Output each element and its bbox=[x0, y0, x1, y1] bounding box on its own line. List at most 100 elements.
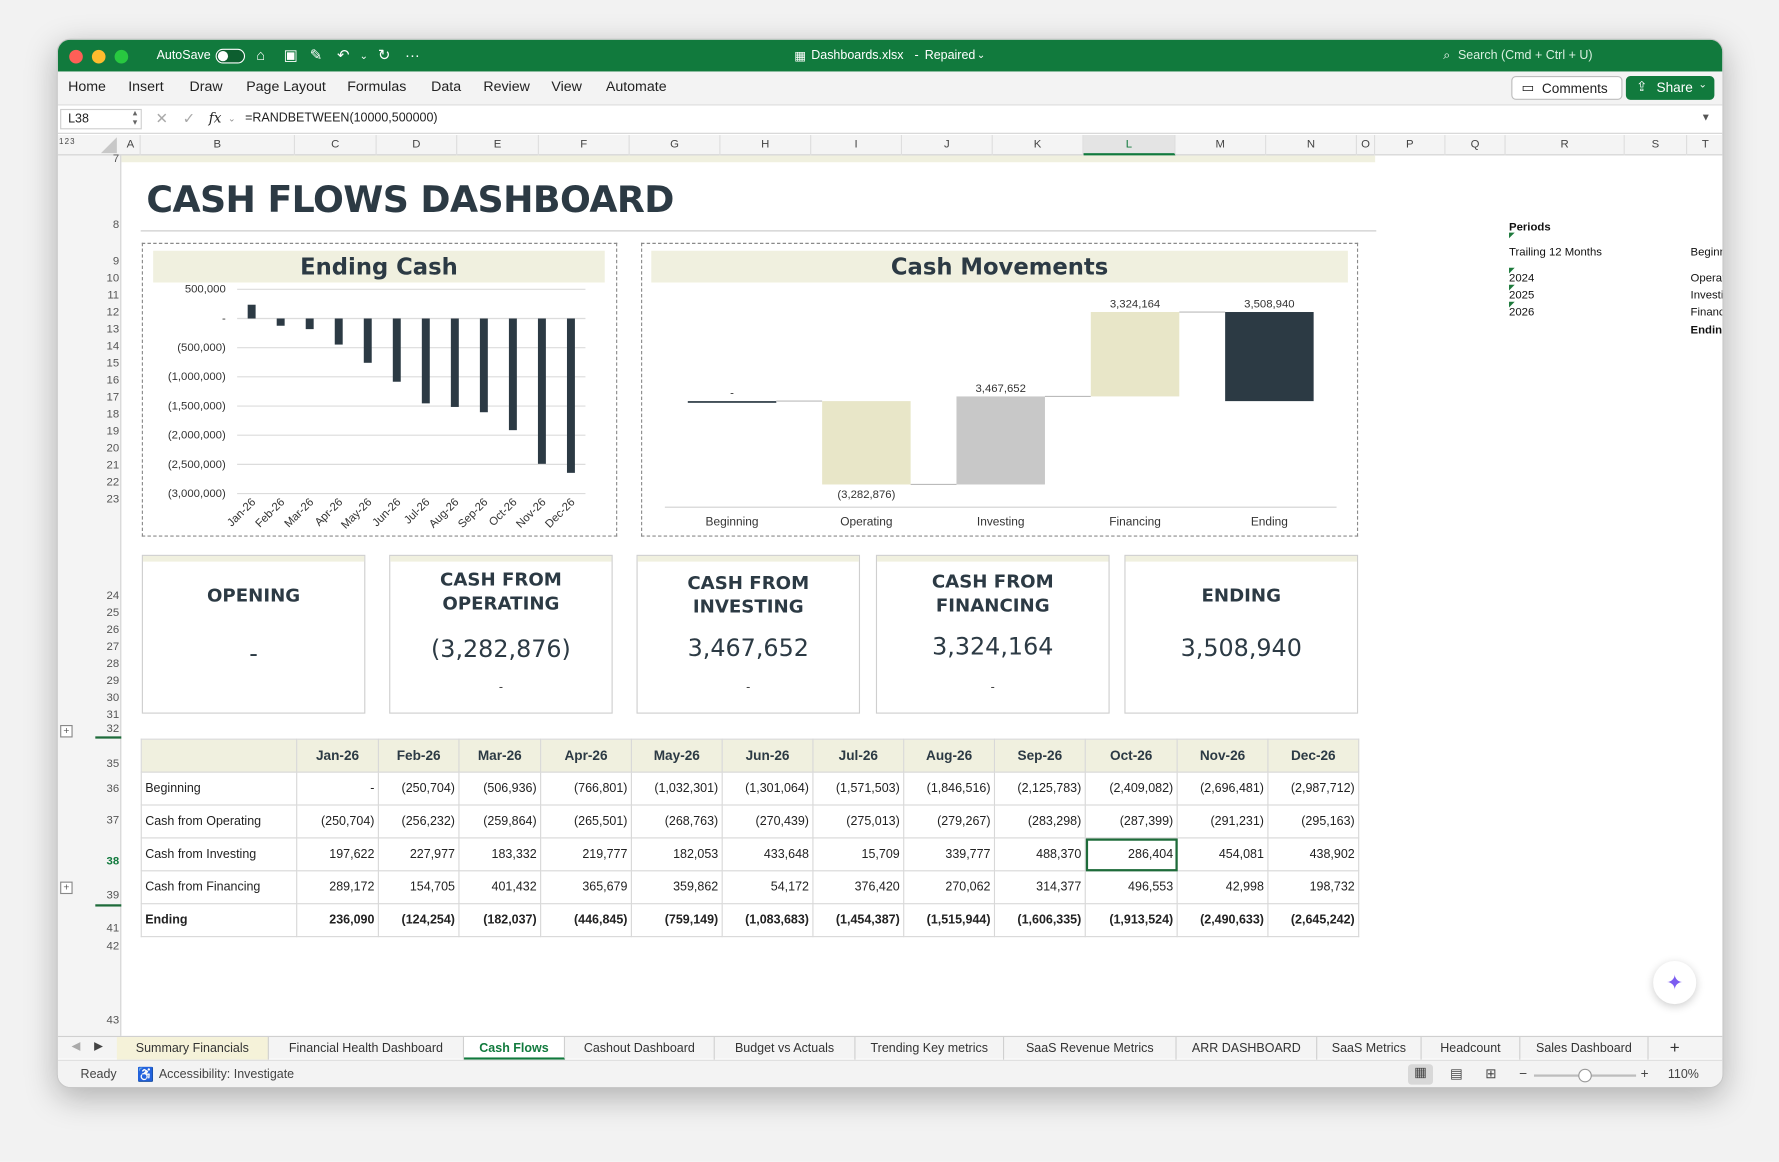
table-cell[interactable]: (2,125,783) bbox=[993, 771, 1086, 806]
column-header-cell[interactable]: Dec-26 bbox=[1267, 738, 1360, 773]
table-cell[interactable]: 198,732 bbox=[1267, 870, 1360, 905]
row-header[interactable]: 35 bbox=[96, 758, 120, 770]
row-header[interactable]: 37 bbox=[96, 815, 120, 827]
row-header[interactable]: 22 bbox=[96, 477, 120, 489]
page-break-view-icon[interactable]: ⊞ bbox=[1485, 1065, 1496, 1081]
sheet-tab[interactable]: Financial Health Dashboard bbox=[269, 1037, 465, 1060]
table-cell[interactable]: (2,987,712) bbox=[1267, 771, 1360, 806]
table-cell[interactable]: (268,763) bbox=[630, 804, 723, 839]
table-cell[interactable]: (265,501) bbox=[540, 804, 632, 839]
period-year[interactable]: 2026 bbox=[1509, 306, 1534, 318]
menu-data[interactable]: Data bbox=[431, 78, 461, 94]
table-cell[interactable]: (1,846,516) bbox=[903, 771, 996, 806]
column-header[interactable]: D bbox=[377, 135, 458, 156]
namebox-stepper-icon[interactable]: ▴ ▾ bbox=[133, 108, 138, 127]
menu-draw[interactable]: Draw bbox=[189, 78, 222, 94]
column-header-cell[interactable]: Apr-26 bbox=[540, 738, 632, 773]
select-all-corner[interactable] bbox=[100, 137, 117, 154]
table-cell[interactable]: (1,301,064) bbox=[721, 771, 814, 806]
share-button[interactable]: ⇪ Share ⌄ bbox=[1625, 76, 1715, 100]
table-cell[interactable]: 376,420 bbox=[812, 870, 905, 905]
table-cell[interactable]: (1,454,387) bbox=[812, 903, 905, 938]
row-header-selected[interactable]: 38 bbox=[96, 855, 120, 867]
sheet-tab[interactable]: Summary Financials bbox=[116, 1037, 269, 1060]
column-header[interactable]: E bbox=[457, 135, 539, 156]
table-cell[interactable]: (2,645,242) bbox=[1267, 903, 1360, 938]
expand-group-button[interactable]: + bbox=[60, 725, 73, 738]
redo-icon[interactable]: ↻ bbox=[378, 47, 390, 65]
table-cell[interactable]: (1,515,944) bbox=[903, 903, 996, 938]
row-header[interactable]: 7 bbox=[96, 153, 119, 165]
periods-trailing[interactable]: Trailing 12 Months bbox=[1509, 246, 1602, 258]
row-header[interactable]: 16 bbox=[96, 374, 120, 386]
row-header[interactable]: 12 bbox=[96, 306, 120, 318]
sheet-tab[interactable]: ARR DASHBOARD bbox=[1177, 1037, 1318, 1060]
column-header[interactable]: G bbox=[630, 135, 721, 156]
table-cell[interactable]: (1,083,683) bbox=[721, 903, 814, 938]
zoom-window-button[interactable] bbox=[114, 49, 129, 64]
table-cell[interactable]: 154,705 bbox=[377, 870, 460, 905]
table-cell[interactable]: (766,801) bbox=[540, 771, 632, 806]
row-header[interactable]: 11 bbox=[96, 289, 119, 301]
column-header-selected[interactable]: L bbox=[1083, 135, 1176, 156]
column-header-cell[interactable]: Mar-26 bbox=[458, 738, 542, 773]
column-header-cell[interactable]: Jun-26 bbox=[721, 738, 814, 773]
table-cell[interactable]: 197,622 bbox=[296, 837, 379, 872]
table-cell[interactable]: (283,298) bbox=[993, 804, 1086, 839]
row-header[interactable]: 43 bbox=[96, 1014, 120, 1026]
column-header-cell[interactable]: Jan-26 bbox=[296, 738, 379, 773]
column-header-cell[interactable]: Oct-26 bbox=[1084, 738, 1178, 773]
column-header-cell[interactable]: Sep-26 bbox=[993, 738, 1086, 773]
row-header[interactable]: 26 bbox=[96, 624, 120, 636]
table-cell[interactable]: 236,090 bbox=[296, 903, 379, 938]
table-cell[interactable]: (287,399) bbox=[1084, 804, 1178, 839]
table-cell[interactable]: 496,553 bbox=[1084, 870, 1178, 905]
menu-insert[interactable]: Insert bbox=[128, 78, 163, 94]
row-label-cell[interactable]: Beginning bbox=[140, 771, 298, 806]
sheet-tab[interactable]: Trending Key metrics bbox=[855, 1037, 1005, 1060]
column-header[interactable]: A bbox=[121, 135, 141, 156]
table-cell[interactable]: (1,606,335) bbox=[993, 903, 1086, 938]
column-header-cell[interactable]: Aug-26 bbox=[903, 738, 996, 773]
column-header-cell[interactable]: Feb-26 bbox=[377, 738, 460, 773]
column-header[interactable]: K bbox=[993, 135, 1084, 156]
table-cell[interactable]: (250,704) bbox=[296, 804, 379, 839]
row-header[interactable]: 10 bbox=[96, 272, 120, 284]
page-layout-view-icon[interactable]: ▤ bbox=[1450, 1065, 1463, 1081]
table-cell[interactable]: (2,696,481) bbox=[1176, 771, 1269, 806]
menu-automate[interactable]: Automate bbox=[606, 78, 667, 94]
table-cell[interactable]: 219,777 bbox=[540, 837, 632, 872]
more-icon[interactable]: ··· bbox=[405, 47, 420, 64]
zoom-out-button[interactable]: − bbox=[1519, 1065, 1527, 1081]
row-header[interactable]: 18 bbox=[96, 408, 120, 420]
cancel-icon[interactable]: ✕ bbox=[155, 110, 167, 128]
function-icon[interactable]: fx bbox=[209, 110, 222, 126]
row-header[interactable]: 24 bbox=[96, 590, 120, 602]
table-cell[interactable]: (1,032,301) bbox=[630, 771, 723, 806]
table-cell[interactable]: 339,777 bbox=[903, 837, 996, 872]
table-cell[interactable]: (506,936) bbox=[458, 771, 542, 806]
column-header[interactable]: F bbox=[539, 135, 630, 156]
table-cell[interactable]: (124,254) bbox=[377, 903, 460, 938]
row-header[interactable]: 41 bbox=[96, 922, 120, 934]
sheet-tab[interactable]: Budget vs Actuals bbox=[715, 1037, 856, 1060]
column-header[interactable]: J bbox=[902, 135, 993, 156]
sheet-tab[interactable]: SaaS Metrics bbox=[1317, 1037, 1422, 1060]
column-header[interactable]: M bbox=[1175, 135, 1267, 156]
table-cell[interactable]: 183,332 bbox=[458, 837, 542, 872]
column-header[interactable]: B bbox=[141, 135, 295, 156]
column-header[interactable]: H bbox=[720, 135, 812, 156]
expand-formula-icon[interactable]: ▼ bbox=[1701, 111, 1711, 122]
row-header[interactable]: 39 bbox=[96, 890, 120, 902]
column-header[interactable]: T bbox=[1687, 135, 1722, 155]
accessibility-status[interactable]: Accessibility: Investigate bbox=[159, 1068, 294, 1082]
row-label-cell[interactable]: Cash from Investing bbox=[140, 837, 298, 872]
table-cell[interactable]: (182,037) bbox=[458, 903, 542, 938]
table-cell[interactable]: (259,864) bbox=[458, 804, 542, 839]
selected-cell[interactable]: 286,404 bbox=[1084, 837, 1178, 872]
row-header[interactable]: 36 bbox=[96, 783, 120, 795]
search-box[interactable]: Search (Cmd + Ctrl + U) bbox=[1458, 49, 1593, 63]
table-cell[interactable]: 42,998 bbox=[1176, 870, 1269, 905]
home-icon[interactable]: ⌂ bbox=[256, 47, 265, 64]
column-header-cell[interactable] bbox=[140, 738, 298, 773]
